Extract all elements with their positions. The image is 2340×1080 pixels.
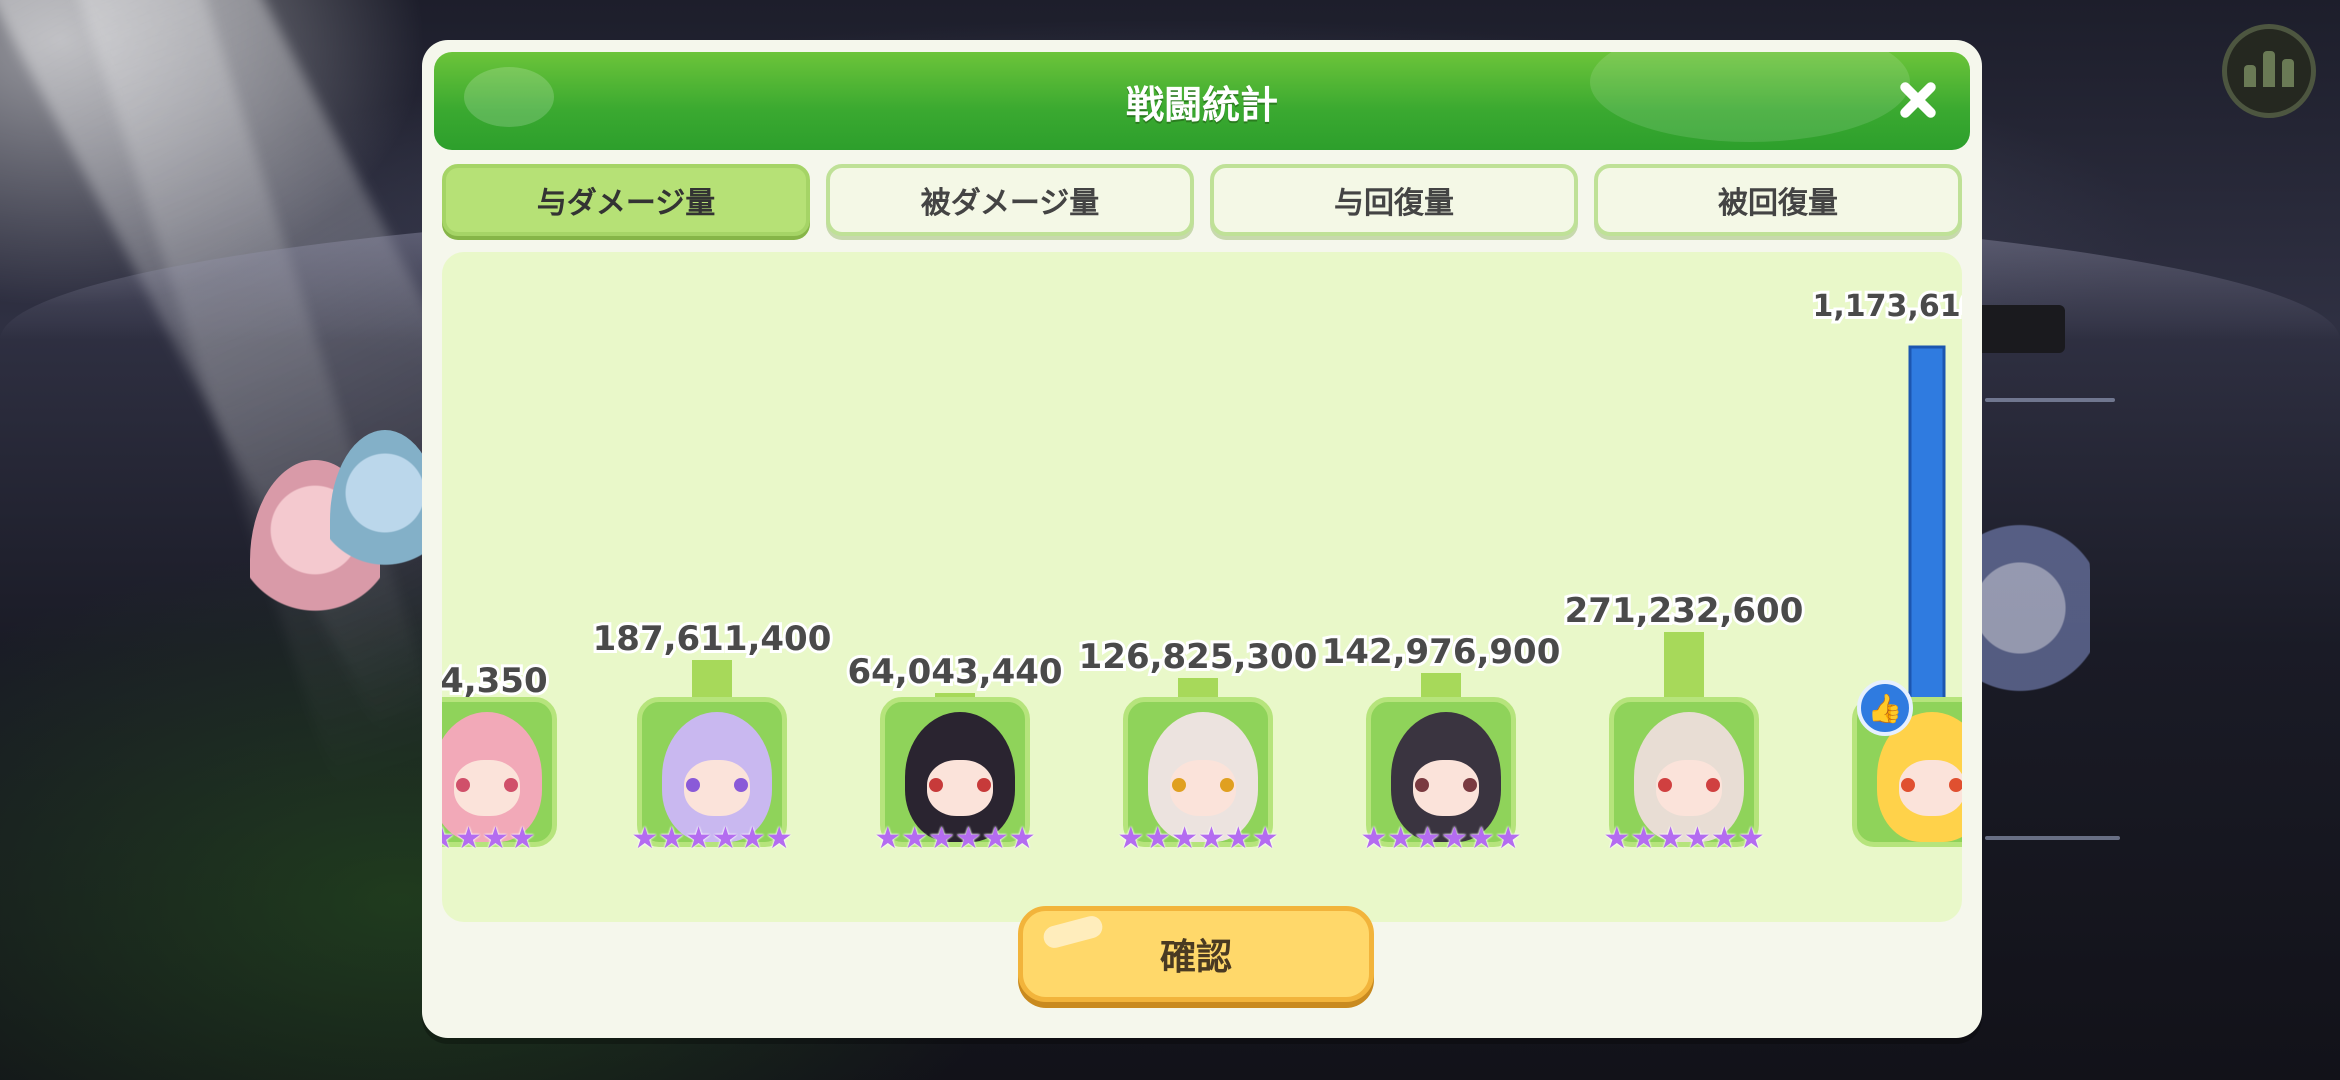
damage-bar [692,660,732,702]
damage-value-label: 1,173,610 [1813,289,1962,324]
bar-chart-icon [2282,59,2294,87]
damage-bar [1664,632,1704,702]
damage-value-label: 126,825,300 [1079,637,1318,677]
tab-damage-dealt[interactable]: 与ダメージ量 [442,164,810,236]
bar-chart-icon [2244,65,2256,87]
bar-chart-icon [2263,51,2275,87]
character-eyes [929,778,991,792]
star-rating: ★★★★★★ [1603,821,1765,856]
mvp-thumbs-up-icon: 👍 [1857,680,1913,736]
tab-damage-taken[interactable]: 被ダメージ量 [826,164,1194,236]
character-eyes [686,778,748,792]
stats-tabs: 与ダメージ量 被ダメージ量 与回復量 被回復量 [442,164,1962,236]
star-rating: ★★★★★★ [1117,821,1279,856]
damage-bar [1908,345,1946,704]
tab-healing-received[interactable]: 被回復量 [1594,164,1962,236]
damage-value-label: 64,043,440 [847,652,1062,692]
star-rating: ★★★★★★ [1360,821,1522,856]
battle-stats-button[interactable] [2222,24,2316,118]
star-rating: ★★★★ [442,821,536,856]
dialog-title: 戦闘統計 [1125,82,1278,127]
character-eyes [1658,778,1720,792]
damage-value-label: 142,976,900 [1322,632,1561,672]
confirm-button[interactable]: 確認 [1018,906,1374,1002]
damage-value-label: 24,350 [442,661,548,701]
damage-value-label: 187,611,400 [593,619,832,659]
battle-stats-dialog: 戦闘統計 与ダメージ量 被ダメージ量 与回復量 被回復量 24,350 187,6… [422,40,1982,1038]
tab-healing-done[interactable]: 与回復量 [1210,164,1578,236]
character-eyes [456,778,518,792]
background-line [1985,836,2120,840]
dialog-header: 戦闘統計 [434,52,1970,150]
damage-chart-panel: 24,350 187,611,400 64,043,440 126,825,30014… [442,252,1962,922]
damage-value-label: 271,232,600 [1565,591,1804,631]
star-rating: ★★★★★★ [874,821,1036,856]
star-rating: ★★★★★★ [631,821,793,856]
character-eyes [1901,778,1962,792]
background-line [1985,398,2115,402]
character-eyes [1415,778,1477,792]
character-eyes [1172,778,1234,792]
close-button[interactable] [1888,70,1948,130]
